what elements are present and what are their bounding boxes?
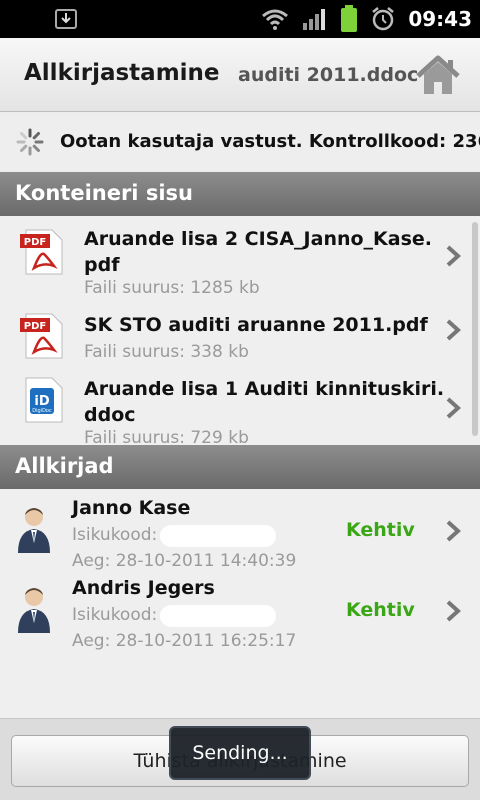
battery-icon — [341, 5, 358, 32]
person-icon — [18, 508, 50, 553]
signature-list: Janno Kase Isikukood: Aeg: 28-10-2011 14… — [0, 489, 480, 718]
clock: 09:43 — [408, 7, 472, 31]
chevron-right-icon — [446, 600, 461, 622]
signal-icon — [303, 9, 326, 30]
file-list: PDF Aruande lisa 2 CISA_Janno_Kase. pdf … — [0, 216, 480, 445]
list-item[interactable]: Janno Kase Isikukood: Aeg: 28-10-2011 14… — [0, 489, 480, 571]
signer-id-label: Isikukood: — [72, 525, 158, 545]
file-name: Aruande lisa 2 CISA_Janno_Kase. pdf — [84, 228, 433, 276]
waiting-message: Ootan kasutaja vastust. Kontrollkood: 23… — [60, 131, 480, 152]
chevron-right-icon — [446, 245, 461, 267]
page-title: Allkirjastamine — [24, 60, 220, 86]
wifi-icon — [262, 9, 289, 30]
spinner-icon — [16, 128, 44, 156]
chevron-right-icon — [446, 319, 461, 341]
list-item[interactable]: Andris Jegers Isikukood: Aeg: 28-10-2011… — [0, 571, 480, 651]
svg-text:iD: iD — [34, 394, 49, 409]
signature-date: Aeg: 28-10-2011 14:40:39 — [72, 551, 297, 571]
home-icon[interactable] — [414, 52, 462, 98]
chevron-right-icon — [446, 397, 461, 419]
file-name: SK STO auditi aruanne 2011.pdf — [84, 314, 428, 336]
svg-text:PDF: PDF — [24, 237, 46, 248]
file-size: Faili suurus: 729 kb — [84, 428, 249, 445]
chevron-right-icon — [446, 520, 461, 542]
person-icon — [18, 588, 50, 633]
status-bar: 09:43 — [0, 0, 480, 38]
waiting-status: Ootan kasutaja vastust. Kontrollkood: 23… — [0, 113, 480, 171]
pdf-icon: PDF — [20, 229, 63, 275]
section-header-container: Konteineri sisu — [0, 172, 480, 216]
status-badge: Kehtiv — [346, 519, 415, 541]
signature-date: Aeg: 28-10-2011 16:25:17 — [72, 631, 297, 651]
signer-name: Andris Jegers — [72, 577, 215, 599]
redacted-id — [160, 525, 276, 547]
container-file-name: auditi 2011.ddoc — [238, 64, 419, 86]
signer-name: Janno Kase — [72, 497, 191, 519]
pdf-icon: PDF — [20, 313, 63, 359]
redacted-id — [160, 605, 276, 627]
scrollbar[interactable] — [472, 222, 478, 436]
file-name: Aruande lisa 1 Auditi kinnituskiri. ddoc — [84, 378, 445, 426]
list-item[interactable]: iD DigiDoc Aruande lisa 1 Auditi kinnitu… — [0, 372, 480, 445]
section-header-signatures: Allkirjad — [0, 445, 480, 489]
toast-message: Sending... — [169, 726, 311, 780]
file-size: Faili suurus: 338 kb — [84, 342, 249, 362]
alarm-icon — [372, 7, 395, 31]
status-badge: Kehtiv — [346, 599, 415, 621]
app-bar: Allkirjastamine auditi 2011.ddoc — [0, 38, 480, 112]
list-item[interactable]: PDF SK STO auditi aruanne 2011.pdf Faili… — [0, 308, 480, 368]
digidoc-icon: iD DigiDoc — [25, 377, 63, 423]
signer-id-label: Isikukood: — [72, 605, 158, 625]
download-icon — [55, 9, 77, 29]
svg-text:PDF: PDF — [24, 321, 46, 332]
svg-text:DigiDoc: DigiDoc — [32, 408, 52, 414]
list-item[interactable]: PDF Aruande lisa 2 CISA_Janno_Kase. pdf … — [0, 216, 480, 302]
file-size: Faili suurus: 1285 kb — [84, 278, 260, 298]
